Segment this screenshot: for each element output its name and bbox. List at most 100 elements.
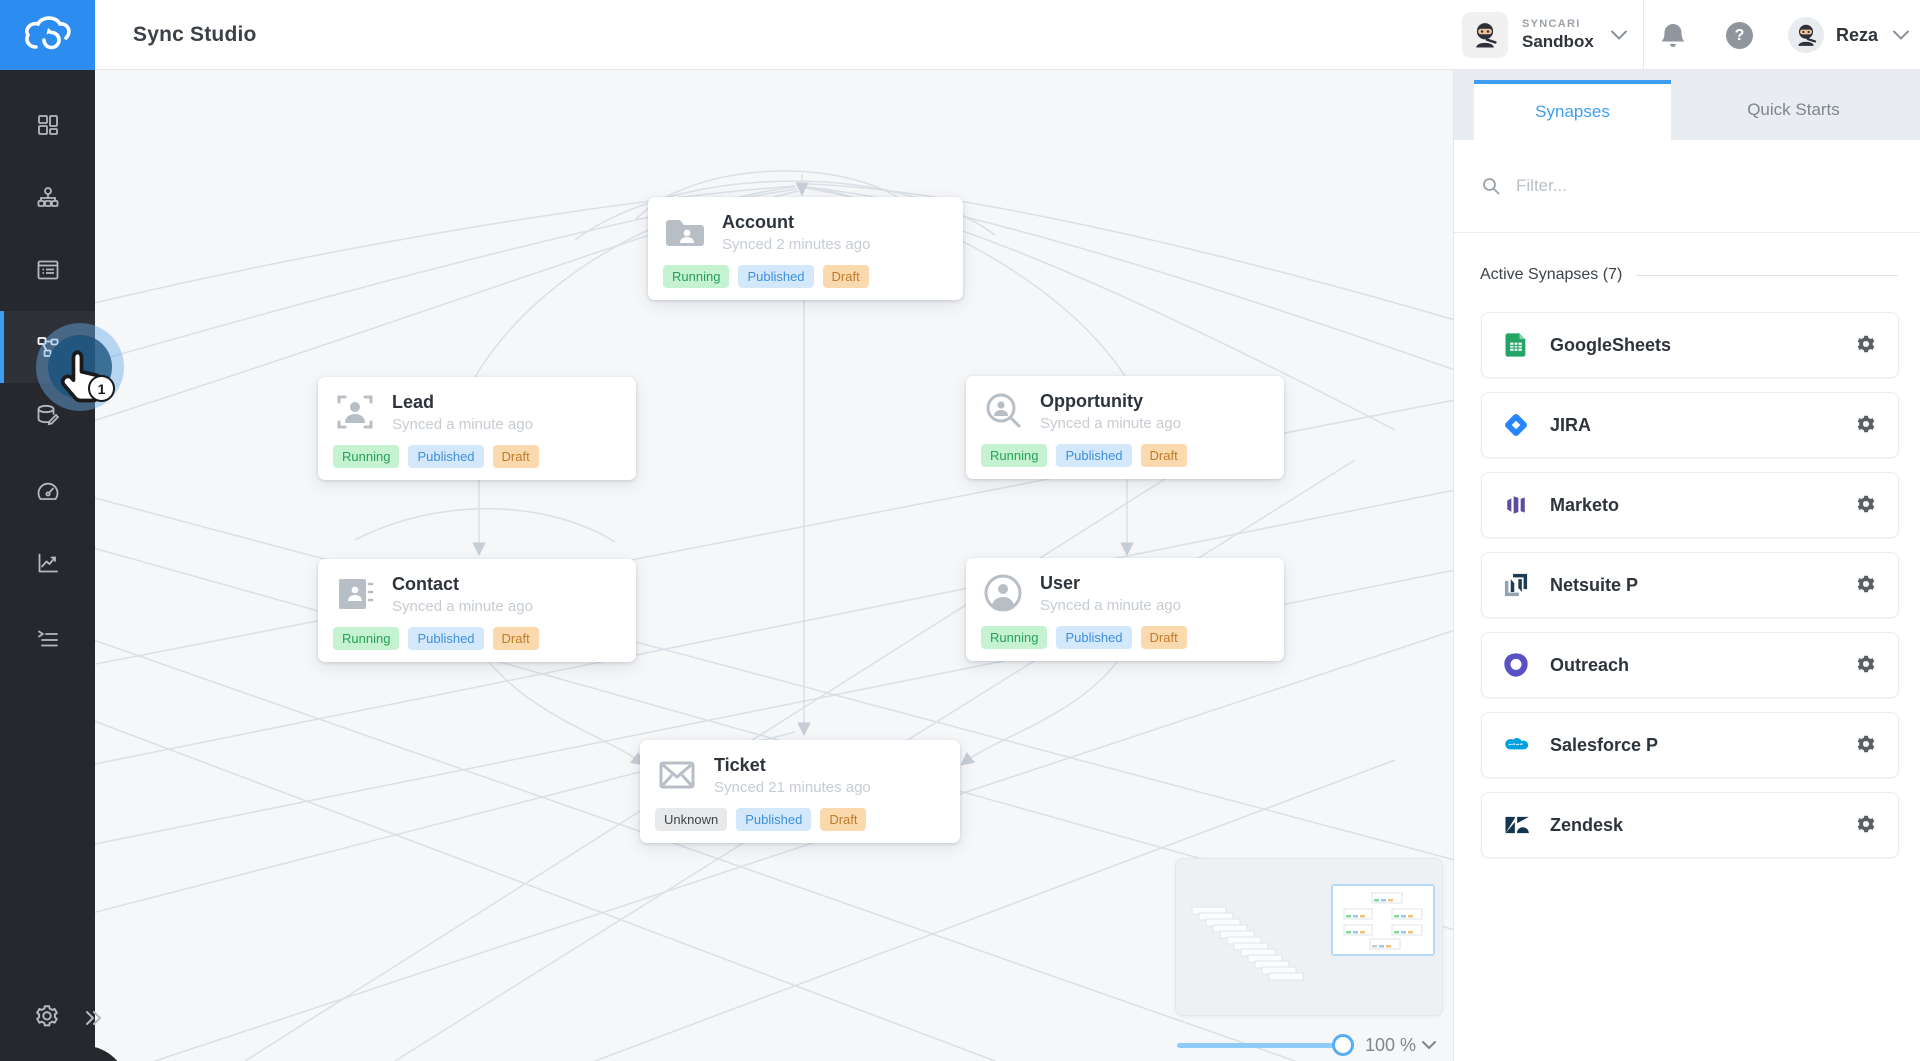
sidebar-item-health[interactable] xyxy=(0,456,95,528)
node-title: Lead xyxy=(392,392,533,413)
user-name: Reza xyxy=(1836,25,1878,46)
synapse-name: JIRA xyxy=(1550,415,1591,436)
chevron-down-icon xyxy=(1610,29,1628,41)
notifications-bell-icon[interactable] xyxy=(1658,21,1688,51)
synapse-settings-gear-icon[interactable] xyxy=(1854,493,1878,517)
status-badge-draft[interactable]: Draft xyxy=(823,265,869,288)
record-list-icon xyxy=(35,257,61,283)
status-badge-published[interactable]: Published xyxy=(408,627,483,650)
googlesheets-icon xyxy=(1502,331,1530,359)
sidebar-item-dashboard[interactable] xyxy=(0,89,95,161)
status-badge-published[interactable]: Published xyxy=(1056,444,1131,467)
tab-quick-starts[interactable]: Quick Starts xyxy=(1671,80,1916,140)
synapse-settings-gear-icon[interactable] xyxy=(1854,333,1878,357)
canvas-minimap[interactable] xyxy=(1175,858,1443,1016)
lead-person-frame-icon xyxy=(333,390,377,434)
expand-sidebar-icon[interactable] xyxy=(82,1006,106,1030)
synapse-settings-gear-icon[interactable] xyxy=(1854,733,1878,757)
status-badge-draft[interactable]: Draft xyxy=(493,445,539,468)
status-badge-draft[interactable]: Draft xyxy=(493,627,539,650)
help-glyph: ? xyxy=(1735,27,1745,45)
section-divider xyxy=(1636,275,1898,276)
status-badge-running[interactable]: Running xyxy=(333,445,399,468)
status-badge-running[interactable]: Running xyxy=(981,626,1047,649)
section-title: Active Synapses (7) xyxy=(1480,266,1622,284)
zoom-chevron-down-icon[interactable] xyxy=(1421,1039,1437,1051)
synapse-settings-gear-icon[interactable] xyxy=(1854,813,1878,837)
sidebar-item-records[interactable] xyxy=(0,234,95,306)
synapse-row-zendesk[interactable]: Zendesk xyxy=(1481,792,1899,858)
salesforce-icon xyxy=(1502,731,1530,759)
zoom-level-value: 100 % xyxy=(1365,1035,1416,1056)
org-avatar xyxy=(1462,12,1508,58)
top-bar: Sync Studio SYNCARI Sandbox ? xyxy=(0,0,1920,70)
status-badge-draft[interactable]: Draft xyxy=(820,808,866,831)
entity-node-contact[interactable]: Contact Synced a minute ago Running Publ… xyxy=(318,559,636,662)
ninja-avatar-icon xyxy=(1793,22,1819,48)
page-title: Sync Studio xyxy=(133,0,257,70)
synapse-row-salesforce[interactable]: Salesforce P xyxy=(1481,712,1899,778)
left-navigation xyxy=(0,70,95,1061)
status-badge-draft[interactable]: Draft xyxy=(1141,444,1187,467)
org-environment: Sandbox xyxy=(1522,32,1594,52)
synapse-row-outreach[interactable]: Outreach xyxy=(1481,632,1899,698)
status-badge-published[interactable]: Published xyxy=(408,445,483,468)
synapse-settings-gear-icon[interactable] xyxy=(1854,413,1878,437)
synapse-row-netsuite[interactable]: Netsuite P xyxy=(1481,552,1899,618)
opportunity-search-person-icon xyxy=(981,389,1025,433)
syncari-logo[interactable] xyxy=(0,0,95,70)
chevron-down-icon xyxy=(1892,29,1910,41)
sidebar-item-data-model[interactable] xyxy=(0,161,95,233)
node-sync-status: Synced a minute ago xyxy=(1040,597,1181,614)
status-badge-draft[interactable]: Draft xyxy=(1141,626,1187,649)
sidebar-item-insights[interactable] xyxy=(0,527,95,599)
status-badge-published[interactable]: Published xyxy=(736,808,811,831)
filter-row xyxy=(1454,140,1920,233)
status-badge-running[interactable]: Running xyxy=(333,627,399,650)
node-title: Contact xyxy=(392,574,533,595)
status-badge-running[interactable]: Running xyxy=(981,444,1047,467)
status-badge-running[interactable]: Running xyxy=(663,265,729,288)
zoom-slider-track[interactable] xyxy=(1177,1043,1345,1048)
active-synapses-header: Active Synapses (7) xyxy=(1480,266,1898,284)
synapse-row-marketo[interactable]: Marketo xyxy=(1481,472,1899,538)
user-avatar-icon xyxy=(981,571,1025,615)
synapse-row-jira[interactable]: JIRA xyxy=(1481,392,1899,458)
node-sync-status: Synced a minute ago xyxy=(1040,415,1181,432)
user-menu[interactable]: Reza xyxy=(1788,15,1910,55)
cloud-sync-icon xyxy=(22,13,74,57)
status-badge-unknown[interactable]: Unknown xyxy=(655,808,727,831)
sidebar-item-activity-log[interactable] xyxy=(0,602,95,674)
zoom-slider-thumb[interactable] xyxy=(1332,1034,1354,1056)
node-sync-status: Synced a minute ago xyxy=(392,598,533,615)
synapse-list: GoogleSheets JIRA Marketo xyxy=(1481,312,1899,872)
synapse-settings-gear-icon[interactable] xyxy=(1854,573,1878,597)
tab-synapses[interactable]: Synapses xyxy=(1474,80,1671,140)
status-badge-published[interactable]: Published xyxy=(1056,626,1131,649)
dashboard-icon xyxy=(35,112,61,138)
hierarchy-icon xyxy=(35,184,61,210)
netsuite-icon xyxy=(1502,571,1530,599)
entity-node-ticket[interactable]: Ticket Synced 21 minutes ago Unknown Pub… xyxy=(640,740,960,843)
status-badge-published[interactable]: Published xyxy=(738,265,813,288)
synapse-name: Outreach xyxy=(1550,655,1629,676)
synapse-settings-gear-icon[interactable] xyxy=(1854,653,1878,677)
node-sync-status: Synced a minute ago xyxy=(392,416,533,433)
synapse-name: Marketo xyxy=(1550,495,1619,516)
gauge-icon xyxy=(35,479,61,505)
ticket-envelope-icon xyxy=(655,753,699,797)
entity-node-account[interactable]: Account Synced 2 minutes ago Running Pub… xyxy=(648,197,963,300)
org-name: SYNCARI xyxy=(1522,18,1594,30)
entity-node-user[interactable]: User Synced a minute ago Running Publish… xyxy=(966,558,1284,661)
entity-node-lead[interactable]: Lead Synced a minute ago Running Publish… xyxy=(318,377,636,480)
settings-gear-icon[interactable] xyxy=(33,1003,61,1031)
synapse-name: Zendesk xyxy=(1550,815,1623,836)
filter-input[interactable] xyxy=(1516,176,1836,196)
help-button[interactable]: ? xyxy=(1726,22,1753,49)
contact-book-icon xyxy=(333,572,377,616)
sync-studio-canvas[interactable]: Account Synced 2 minutes ago Running Pub… xyxy=(95,70,1453,1061)
entity-node-opportunity[interactable]: Opportunity Synced a minute ago Running … xyxy=(966,376,1284,479)
org-switcher[interactable]: SYNCARI Sandbox xyxy=(1462,9,1628,61)
synapse-row-googlesheets[interactable]: GoogleSheets xyxy=(1481,312,1899,378)
user-avatar xyxy=(1788,17,1824,53)
